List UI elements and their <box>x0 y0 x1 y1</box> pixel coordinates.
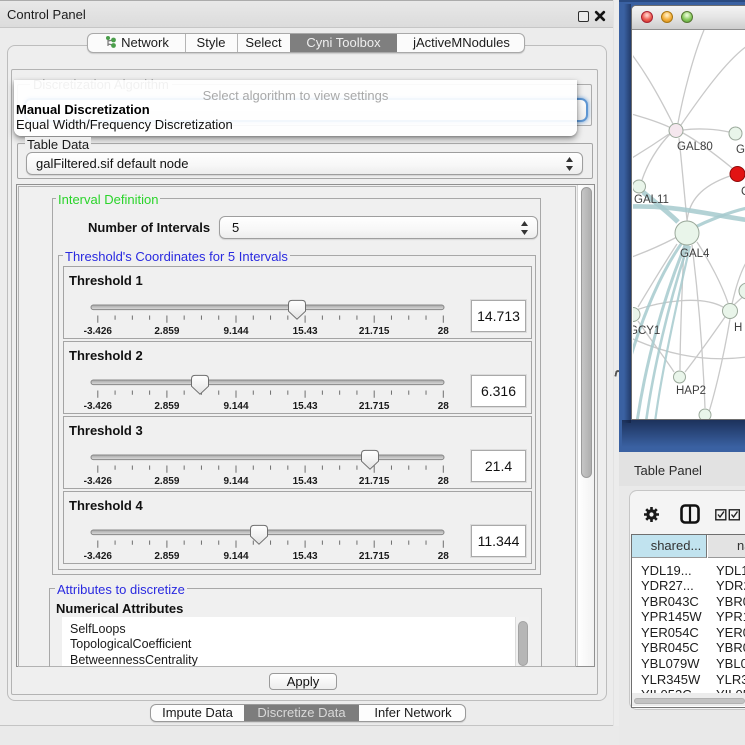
svg-text:15.43: 15.43 <box>293 326 318 337</box>
svg-text:21.715: 21.715 <box>359 551 390 562</box>
svg-text:28: 28 <box>438 326 450 337</box>
svg-text:-3.426: -3.426 <box>84 326 113 337</box>
svg-text:C: C <box>741 186 745 198</box>
svg-text:-3.426: -3.426 <box>84 551 113 562</box>
svg-text:9.144: 9.144 <box>223 551 248 562</box>
svg-text:9.144: 9.144 <box>223 401 248 412</box>
svg-text:GA: GA <box>736 144 745 156</box>
svg-text:9.144: 9.144 <box>223 476 248 487</box>
svg-text:21.715: 21.715 <box>359 326 390 337</box>
svg-text:28: 28 <box>438 476 450 487</box>
svg-text:-3.426: -3.426 <box>84 401 113 412</box>
svg-text:GCY1: GCY1 <box>633 325 660 337</box>
svg-text:28: 28 <box>438 401 450 412</box>
svg-text:2.859: 2.859 <box>154 326 179 337</box>
svg-text:-3.426: -3.426 <box>84 476 113 487</box>
svg-text:2.859: 2.859 <box>154 551 179 562</box>
svg-text:H: H <box>734 322 742 334</box>
svg-text:21.715: 21.715 <box>359 476 390 487</box>
svg-text:GAL80: GAL80 <box>677 141 713 153</box>
svg-text:15.43: 15.43 <box>293 401 318 412</box>
svg-text:15.43: 15.43 <box>293 551 318 562</box>
svg-text:GAL4: GAL4 <box>680 248 710 260</box>
svg-text:28: 28 <box>438 551 450 562</box>
svg-text:21.715: 21.715 <box>359 401 390 412</box>
svg-text:15.43: 15.43 <box>293 476 318 487</box>
svg-text:2.859: 2.859 <box>154 476 179 487</box>
svg-text:HAP2: HAP2 <box>676 385 706 397</box>
svg-text:9.144: 9.144 <box>223 326 248 337</box>
svg-text:GAL11: GAL11 <box>634 194 669 206</box>
svg-text:2.859: 2.859 <box>154 401 179 412</box>
